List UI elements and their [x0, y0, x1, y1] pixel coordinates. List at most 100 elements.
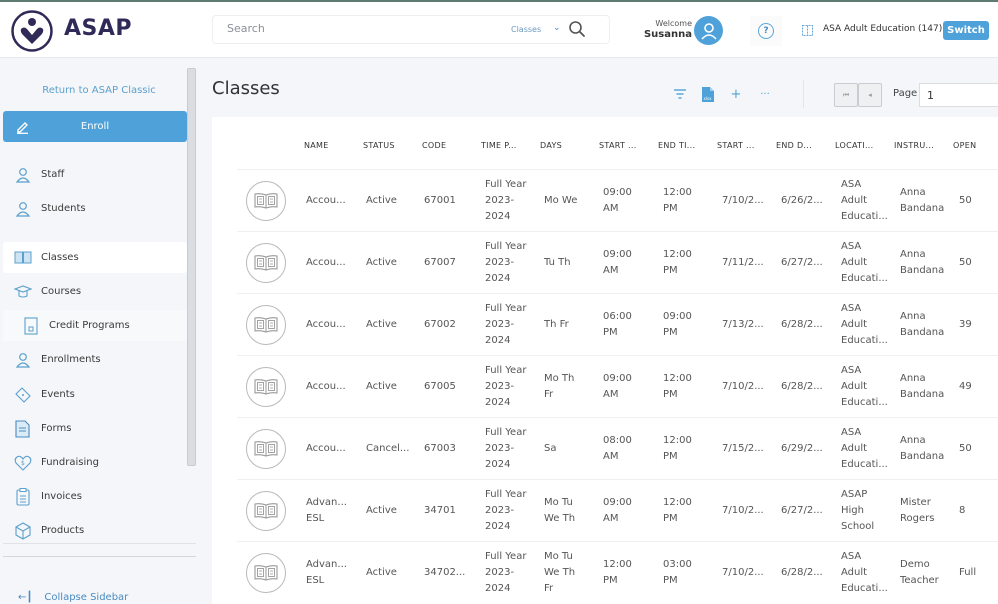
sidebar-item-fundraising[interactable]: $ Fundraising	[3, 447, 187, 478]
return-to-classic-link[interactable]: Return to ASAP Classic	[0, 85, 198, 96]
collapse-sidebar-button[interactable]: ←┃ Collapse Sidebar	[18, 592, 128, 603]
cell-line: Mister	[900, 497, 931, 508]
cell-line: ESL	[306, 575, 325, 586]
cell-code: 67002	[424, 317, 456, 333]
open-book-icon	[254, 255, 278, 271]
cell-status: Cancel...	[366, 441, 409, 457]
cell-start-time: 09:00 AM	[603, 495, 632, 527]
cell-line: 2024	[485, 521, 511, 532]
cell-name[interactable]: Accou...	[306, 193, 346, 209]
column-header-end-time[interactable]: END TI...	[658, 141, 695, 150]
sidebar-item-forms[interactable]: Forms	[3, 413, 187, 444]
xlsx-export-icon[interactable]: xlsx	[700, 86, 716, 102]
cell-line: Active	[366, 567, 397, 578]
column-header-end-date[interactable]: END D...	[776, 141, 812, 150]
cell-name[interactable]: Accou...	[306, 317, 346, 333]
more-options-button[interactable]: ···	[757, 86, 773, 102]
table-row[interactable]: Accou... Active 67001 Full Year 2023- 2024…	[237, 169, 998, 231]
cell-line: 2024	[485, 397, 511, 408]
table-row[interactable]: Accou... Active 67002 Full Year 2023- 2024…	[237, 293, 998, 355]
sidebar-item-enrollments[interactable]: Enrollments	[3, 344, 187, 375]
enroll-button[interactable]: Enroll	[3, 111, 187, 142]
cell-end-time: 03:00 PM	[663, 557, 692, 589]
cell-line: Cancel...	[366, 443, 410, 454]
sidebar-item-invoices[interactable]: Invoices	[3, 481, 187, 512]
cell-start-time: 09:00 AM	[603, 247, 632, 279]
cell-name[interactable]: Advan... ESL	[306, 495, 347, 527]
table-row[interactable]: Advan... ESL Active 34702... Full Year 202…	[237, 541, 998, 603]
classes-table: NAME STATUS CODE TIME P... DAYS START ..…	[212, 117, 998, 604]
column-header-instructor[interactable]: INSTRU...	[894, 141, 934, 150]
user-avatar-icon	[700, 22, 717, 40]
cell-line: 6/28/2...	[781, 319, 823, 330]
open-book-icon	[254, 441, 278, 457]
collapse-sidebar-label: Collapse Sidebar	[44, 592, 129, 603]
sidebar-item-products[interactable]: Products	[3, 515, 187, 546]
sidebar-item-courses[interactable]: Courses	[3, 276, 187, 307]
sidebar-scrollbar[interactable]	[187, 68, 196, 466]
enroll-label: Enroll	[80, 121, 110, 132]
switch-organization-button[interactable]: Switch	[943, 21, 989, 40]
cell-start-time: 12:00 PM	[603, 557, 632, 589]
column-header-start-time[interactable]: START ...	[599, 141, 637, 150]
search-input[interactable]	[227, 22, 487, 35]
sidebar-item-credit-programs[interactable]: Credit Programs	[3, 310, 187, 341]
asap-logo-icon[interactable]	[10, 9, 54, 53]
cell-location: ASA Adult Educati...	[841, 549, 888, 597]
previous-page-button[interactable]: ◂	[858, 83, 882, 107]
cell-end-date: 6/28/2...	[781, 565, 823, 581]
column-header-time-period[interactable]: TIME P...	[481, 141, 517, 150]
table-row[interactable]: Accou... Active 67005 Full Year 2023- 2024…	[237, 355, 998, 417]
cell-line: Educati...	[841, 211, 888, 222]
search-icon[interactable]	[568, 20, 586, 38]
column-header-name[interactable]: NAME	[304, 141, 329, 150]
cell-line: Active	[366, 319, 397, 330]
sidebar-item-students[interactable]: Students	[3, 193, 187, 224]
column-header-open[interactable]: OPEN	[953, 141, 976, 150]
cell-line: Bandana	[900, 451, 945, 462]
cell-name[interactable]: Accou...	[306, 255, 346, 271]
cell-line: AM	[603, 451, 619, 462]
cell-line: 7/10/2...	[722, 381, 764, 392]
table-row[interactable]: Accou... Active 67007 Full Year 2023- 2024…	[237, 231, 998, 293]
cell-open: 39	[959, 317, 972, 333]
cell-instructor: Mister Rogers	[900, 495, 934, 527]
cell-code: 34701	[424, 503, 456, 519]
sidebar-item-staff[interactable]: Staff	[3, 159, 187, 190]
cell-line: Adult	[841, 257, 868, 268]
cell-time-period: Full Year 2023- 2024	[485, 363, 526, 411]
sidebar-item-label: Credit Programs	[49, 320, 130, 331]
table-row[interactable]: Accou... Cancel... 67003 Full Year 2023- 2…	[237, 417, 998, 479]
sidebar-item-events[interactable]: Events	[3, 379, 187, 410]
cell-location: ASA Adult Educati...	[841, 363, 888, 411]
cell-line: AM	[603, 265, 619, 276]
cell-end-date: 6/29/2...	[781, 441, 823, 457]
cell-name[interactable]: Accou...	[306, 441, 346, 457]
column-header-status[interactable]: STATUS	[363, 141, 395, 150]
user-name: Susanna	[643, 29, 692, 40]
cell-name[interactable]: Accou...	[306, 379, 346, 395]
ticket-icon	[14, 386, 32, 404]
column-header-location[interactable]: LOCATI...	[835, 141, 873, 150]
cell-line: 67001	[424, 195, 456, 206]
cell-line: 2024	[485, 335, 511, 346]
cell-code: 67007	[424, 255, 456, 271]
table-row[interactable]: Advan... ESL Active 34701 Full Year 2023- 2…	[237, 479, 998, 541]
chevron-down-icon[interactable]: ⌄	[553, 23, 561, 33]
column-header-code[interactable]: CODE	[422, 141, 446, 150]
cell-line: Full Year	[485, 303, 527, 314]
page-number-input[interactable]	[919, 83, 998, 107]
help-button[interactable]: ?	[750, 16, 782, 46]
first-page-button[interactable]: ⏮	[834, 83, 858, 107]
filter-icon[interactable]	[672, 86, 688, 102]
cell-name[interactable]: Advan... ESL	[306, 557, 347, 589]
search-scope-select[interactable]: Classes	[511, 25, 541, 34]
add-class-button[interactable]: +	[728, 86, 744, 102]
avatar[interactable]	[694, 16, 723, 45]
cell-line: PM	[663, 203, 678, 214]
column-header-days[interactable]: DAYS	[540, 141, 562, 150]
user-icon	[14, 200, 32, 218]
column-header-start-date[interactable]: START ...	[717, 141, 755, 150]
cell-line: 09:00	[603, 249, 632, 260]
sidebar-item-classes[interactable]: Classes	[3, 242, 187, 273]
